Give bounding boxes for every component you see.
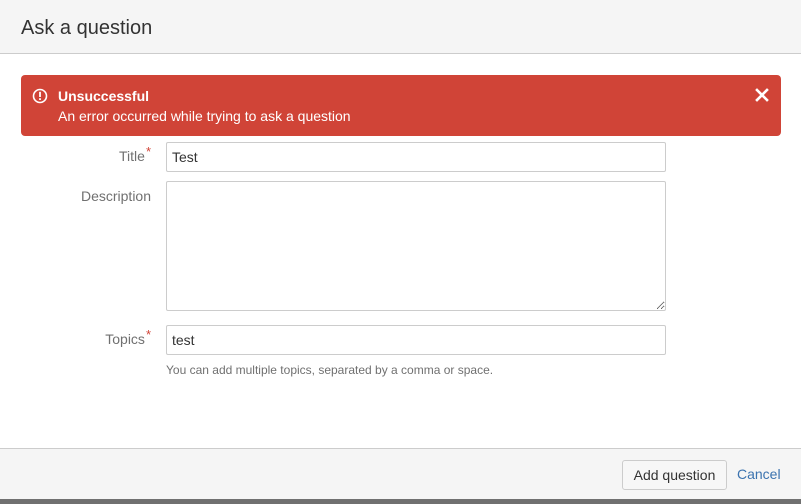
topics-label: Topics*: [105, 327, 151, 348]
title-label: Title*: [119, 144, 151, 165]
topics-help-text: You can add multiple topics, separated b…: [166, 363, 494, 377]
cancel-link[interactable]: Cancel: [737, 466, 781, 483]
description-label: Description: [80, 188, 151, 204]
dialog-footer: Add question Cancel: [0, 448, 801, 499]
error-title: Unsuccessful: [58, 88, 150, 104]
error-banner: Unsuccessful An error occurred while try…: [21, 75, 781, 136]
error-message: An error occurred while trying to ask a …: [58, 108, 351, 124]
title-label-text: Title: [119, 148, 145, 164]
ask-question-dialog: Ask a question Unsuccessful An error occ…: [0, 0, 801, 499]
title-input[interactable]: [166, 142, 666, 172]
close-icon[interactable]: [755, 88, 769, 102]
description-textarea[interactable]: [166, 181, 666, 311]
dialog-title: Ask a question: [21, 17, 153, 39]
dialog-header: Ask a question: [0, 0, 801, 54]
add-question-button[interactable]: Add question: [622, 460, 727, 490]
required-marker: *: [145, 144, 151, 159]
topics-input[interactable]: [166, 325, 666, 355]
required-marker: *: [145, 327, 151, 342]
topics-label-text: Topics: [105, 331, 145, 347]
exclamation-circle-icon: [32, 88, 48, 104]
